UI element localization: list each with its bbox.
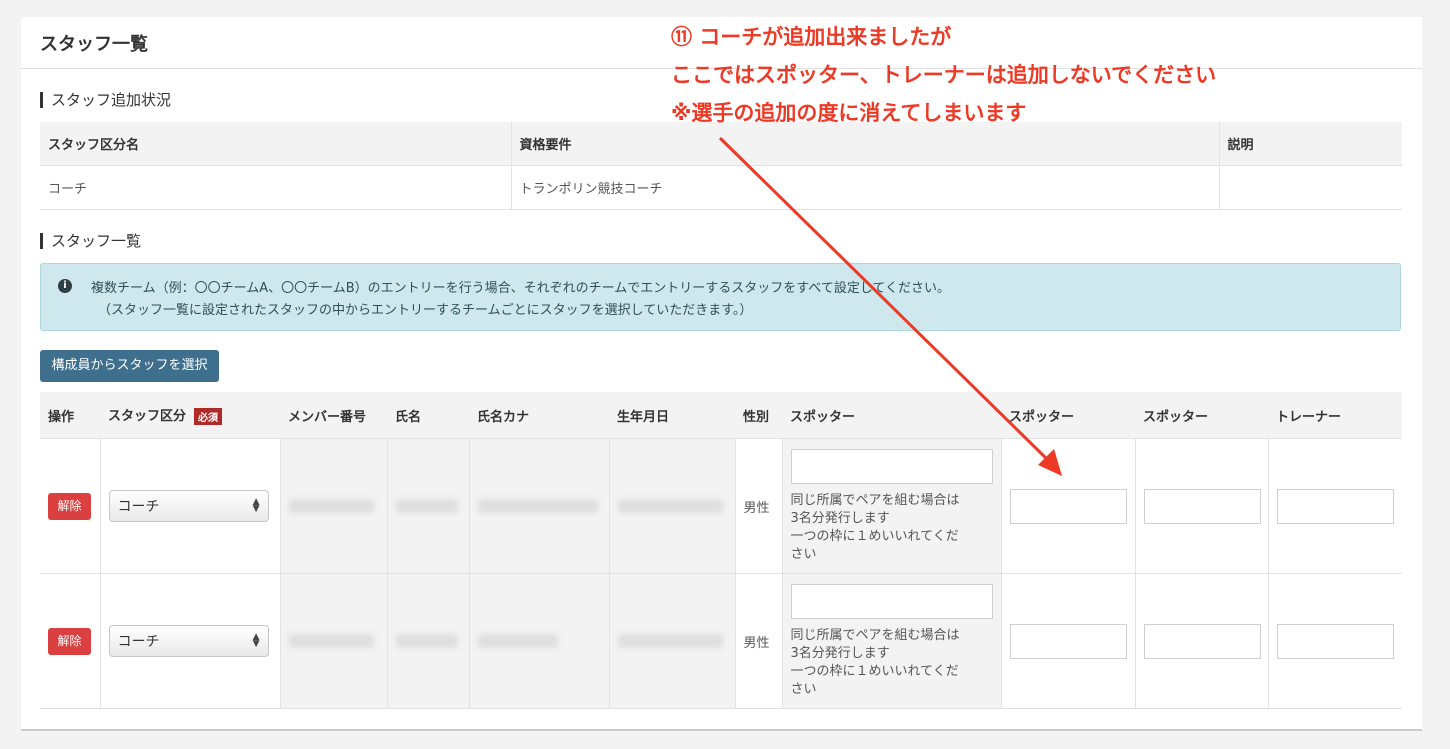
cell-name [387,438,470,574]
col-staff-category: スタッフ区分 必須 [100,392,280,439]
hint-line: 一つの枠に１めいいれてくだ [790,663,959,679]
required-badge: 必須 [194,408,223,425]
cell-staff-category: コーチ ▲ ▼ [100,438,281,574]
redacted-member-number [288,634,374,648]
remove-button[interactable]: 解除 [48,627,91,655]
gender-value: 男性 [743,500,770,516]
cell-spotter-2 [1001,573,1136,709]
col-member-number: メンバー番号 [280,392,387,439]
col-category-name: スタッフ区分名 [40,122,512,166]
hint-line: 3名分発行します [790,510,890,526]
heading-bar [40,232,43,249]
hint-line: 3名分発行します [790,645,890,661]
col-trainer: トレーナー [1268,392,1402,439]
spotter-2-input[interactable] [1009,488,1127,524]
hint-line: さい [790,546,817,562]
redacted-birthday [617,634,723,648]
spotter-hint: 同じ所属でペアを組む場合は 3名分発行します 一つの枠に１めいいれてくだ さい [791,627,991,699]
table-row: コーチ トランポリン競技コーチ [40,165,1402,210]
cell-name-kana [469,438,610,574]
select-arrows-icon: ▲ ▼ [252,497,260,514]
redacted-kana [477,499,598,513]
info-text-line2: （スタッフ一覧に設定されたスタッフの中からエントリーするチームごとにスタッフを選… [98,303,753,318]
col-name-kana: 氏名カナ [469,392,609,439]
staff-table-header: 操作 スタッフ区分 必須 メンバー番号 氏名 氏名カナ 生年月日 性別 スポッター… [40,392,1402,439]
table-row: 解除 コーチ ▲ ▼ 男性 同じ所属でペアを組む場合は 3名分発行します 一つの枠… [40,438,1402,574]
cell-spotter-1: 同じ所属でペアを組む場合は 3名分発行します 一つの枠に１めいいれてくだ さい [782,438,1002,574]
cell-operation: 解除 [40,438,101,574]
annotation-line: ※選手の追加の度に消えてしまいます [671,101,1027,125]
col-operation: 操作 [40,392,100,439]
col-name: 氏名 [387,392,469,439]
cell-staff-category: コーチ ▲ ▼ [100,573,281,709]
annotation-line: ⑪ コーチが追加出来ましたが [671,25,952,49]
trainer-input[interactable] [1276,488,1394,524]
redacted-name [395,499,458,513]
cell-description [1219,165,1402,210]
cell-name-kana [469,573,610,709]
cell-trainer [1268,438,1402,574]
staff-category-select[interactable]: コーチ ▲ ▼ [108,625,269,657]
gender-value: 男性 [743,635,770,651]
spotter-3-input[interactable] [1143,623,1261,659]
staff-category-value: コーチ [117,634,160,650]
list-section-heading: スタッフ一覧 [40,230,141,251]
select-staff-from-members-button[interactable]: 構成員からスタッフを選択 [40,350,219,382]
col-birthday: 生年月日 [609,392,735,439]
col-description: 説明 [1219,122,1402,166]
cell-member-number [280,573,388,709]
status-table: スタッフ区分名 資格要件 説明 コーチ トランポリン競技コーチ [40,122,1402,210]
page-title: スタッフ一覧 [40,33,148,55]
cell-operation: 解除 [40,573,101,709]
cell-trainer [1268,573,1402,709]
staff-category-value: コーチ [117,499,160,515]
cell-spotter-2 [1001,438,1136,574]
hint-line: さい [790,681,817,697]
spotter-3-input[interactable] [1143,488,1261,524]
select-arrows-icon: ▲ ▼ [252,632,260,649]
spotter-1-input[interactable] [790,583,993,619]
staff-table: 操作 スタッフ区分 必須 メンバー番号 氏名 氏名カナ 生年月日 性別 スポッター… [40,392,1402,709]
cell-category: コーチ [40,165,512,210]
col-spotter-2: スポッター [1001,392,1135,439]
col-spotter-3: スポッター [1135,392,1268,439]
cell-spotter-1: 同じ所属でペアを組む場合は 3名分発行します 一つの枠に１めいいれてくだ さい [782,573,1002,709]
hint-line: 一つの枠に１めいいれてくだ [790,528,959,544]
redacted-birthday [617,499,723,513]
redacted-kana [477,634,558,648]
col-gender: 性別 [735,392,782,439]
trainer-input[interactable] [1276,623,1394,659]
cell-qualification: トランポリン競技コーチ [511,165,1220,210]
col-spotter-1: スポッター [782,392,1001,439]
status-section-heading: スタッフ追加状況 [40,89,171,110]
cell-member-number [280,438,388,574]
annotation-text: ⑪ コーチが追加出来ましたが ここではスポッター、トレーナーは追加しないでくださ… [671,18,1216,132]
annotation-line: ここではスポッター、トレーナーは追加しないでください [671,63,1217,87]
cell-name [387,573,470,709]
hint-line: 同じ所属でペアを組む場合は [790,492,960,508]
spotter-hint: 同じ所属でペアを組む場合は 3名分発行します 一つの枠に１めいいれてくだ さい [791,492,991,564]
col-staff-category-label: スタッフ区分 [108,409,187,424]
list-heading-text: スタッフ一覧 [51,232,142,250]
info-circle-icon: i [58,279,72,293]
cell-birthday [609,438,736,574]
cell-gender: 男性 [735,573,783,709]
remove-button[interactable]: 解除 [48,492,91,520]
spotter-2-input[interactable] [1009,623,1127,659]
spotter-1-input[interactable] [790,448,993,484]
cell-birthday [609,573,736,709]
info-text-line1: 複数チーム（例：〇〇チームA、〇〇チームB）のエントリーを行う場合、それぞれのチ… [91,281,951,296]
cell-spotter-3 [1135,438,1269,574]
status-heading-text: スタッフ追加状況 [51,91,172,109]
redacted-member-number [288,499,374,513]
hint-line: 同じ所属でペアを組む場合は [790,627,960,643]
staff-category-select[interactable]: コーチ ▲ ▼ [108,490,269,522]
heading-bar [40,91,43,108]
table-row: 解除 コーチ ▲ ▼ 男性 同じ所属でペアを組む場合は 3名分発行します 一つの枠… [40,573,1402,709]
redacted-name [395,634,458,648]
cell-spotter-3 [1135,573,1269,709]
info-alert: i 複数チーム（例：〇〇チームA、〇〇チームB）のエントリーを行う場合、それぞれ… [40,263,1401,331]
cell-gender: 男性 [735,438,783,574]
